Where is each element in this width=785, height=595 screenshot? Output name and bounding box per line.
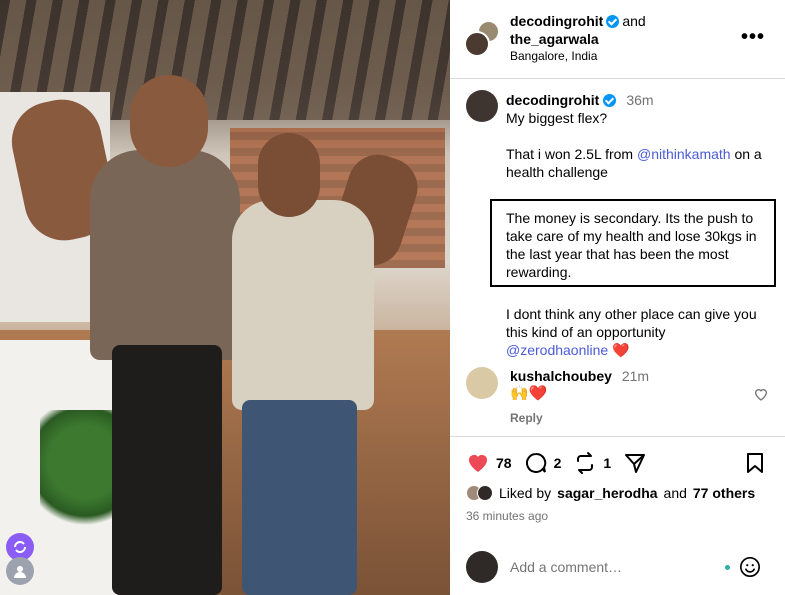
comment-button[interactable]: 2 — [524, 451, 562, 475]
comment-like-icon[interactable] — [753, 386, 769, 402]
heart-filled-icon — [469, 455, 487, 472]
comment-text: 🙌❤️ — [510, 385, 548, 402]
location-link[interactable]: Bangalore, India — [510, 49, 597, 63]
comment-count: 2 — [553, 455, 562, 471]
header-authors: decodingrohit and — [510, 13, 646, 29]
repost-button[interactable]: 1 — [573, 451, 611, 475]
caption-text: My biggest flex? That i won 2.5L from @n… — [490, 109, 776, 377]
caption-time: 36m — [626, 92, 654, 108]
share-button[interactable] — [623, 451, 647, 475]
mention-link[interactable]: @nithinkamath — [637, 146, 731, 162]
action-bar: 78 2 1 — [466, 451, 659, 475]
avatar[interactable] — [466, 90, 498, 122]
comment-bubble-icon — [525, 452, 546, 473]
user-profile-icon[interactable] — [6, 557, 34, 585]
add-comment-bar — [450, 551, 785, 595]
heart-emoji: ❤️ — [612, 342, 630, 358]
comment-author[interactable]: kushalchoubey — [510, 368, 612, 384]
liked-by-prefix: Liked by — [499, 485, 552, 501]
caption-author[interactable]: decodingrohit — [506, 92, 599, 108]
caption-text: I dont think any other place can give yo… — [506, 306, 757, 340]
comment-input[interactable] — [510, 559, 710, 575]
repost-count: 1 — [603, 455, 612, 471]
photo-person2-legs — [242, 400, 357, 595]
post-actions: 78 2 1 Liked by sagar_herodha and 77 oth… — [450, 436, 785, 594]
photo-person1-body — [90, 150, 240, 360]
liked-by: Liked by sagar_herodha and 77 others — [466, 485, 755, 501]
reply-button[interactable]: Reply — [510, 411, 543, 425]
caption-line-1: My biggest flex? — [506, 110, 608, 126]
collab-avatars[interactable] — [464, 20, 504, 57]
caption-meta: decodingrohit 36m — [506, 92, 654, 108]
verified-badge-icon — [606, 14, 620, 28]
photo-person1-head — [130, 75, 208, 167]
collaborator-username[interactable]: the_agarwala — [510, 31, 599, 47]
repost-icon — [577, 452, 594, 474]
verified-badge-icon — [603, 93, 617, 107]
liked-by-and: and — [663, 485, 687, 501]
post-photo[interactable] — [0, 0, 450, 595]
post-side-panel: decodingrohit and the_agarwala Bangalore… — [450, 0, 785, 595]
liked-by-others[interactable]: 77 others — [693, 485, 755, 501]
mention-link[interactable]: @zerodhaonline — [506, 342, 608, 358]
like-button[interactable]: 78 — [466, 451, 512, 475]
photo-person2-body — [232, 200, 374, 410]
author-username[interactable]: decodingrohit — [510, 13, 603, 29]
save-button[interactable] — [743, 451, 767, 480]
caption-text: That i won 2.5L from — [506, 146, 637, 162]
emoji-icon[interactable] — [739, 556, 761, 578]
photo-person2-head — [258, 133, 320, 217]
post-header: decodingrohit and the_agarwala Bangalore… — [450, 0, 785, 79]
avatar[interactable] — [466, 367, 498, 399]
and-text: and — [622, 13, 646, 29]
more-options-icon[interactable]: ••• — [741, 27, 765, 47]
comment-time: 21m — [621, 368, 650, 384]
caption-line-2: That i won 2.5L from @nithinkamath on a … — [506, 145, 776, 181]
caption-line-4: I dont think any other place can give yo… — [506, 305, 776, 359]
send-icon — [625, 454, 646, 473]
bookmark-icon — [747, 453, 763, 473]
avatar — [464, 31, 490, 57]
status-dot — [725, 565, 730, 570]
like-count: 78 — [496, 455, 512, 471]
highlighted-paragraph: The money is secondary. Its the push to … — [490, 199, 776, 287]
photo-person1-legs — [112, 345, 222, 595]
comment-meta: kushalchoubey 21m — [510, 368, 649, 384]
comment-item: kushalchoubey 21m 🙌❤️ Reply — [450, 366, 785, 426]
liked-by-user[interactable]: sagar_herodha — [557, 485, 657, 501]
avatar — [477, 485, 493, 501]
avatar — [466, 551, 498, 583]
post-timestamp[interactable]: 36 minutes ago — [466, 509, 548, 523]
